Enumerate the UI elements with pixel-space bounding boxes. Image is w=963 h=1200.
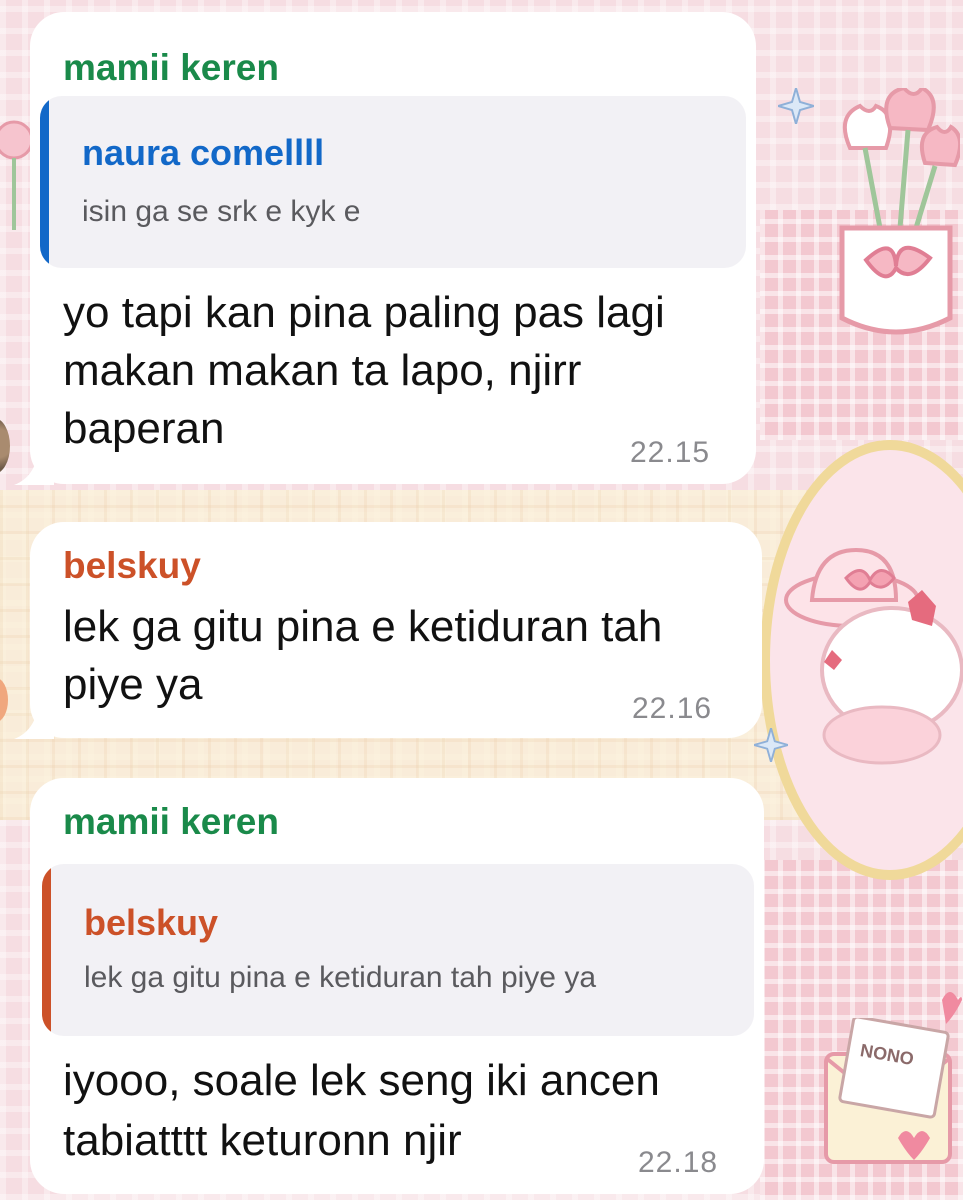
message-text-line: tabiatttt keturonn njir [63,1116,462,1165]
reply-quote-name: belskuy [84,902,219,943]
reply-quote-text: isin ga se srk e kyk e [82,195,361,228]
sender-name[interactable]: belskuy [63,544,201,588]
sender-name[interactable]: mamii keren [63,46,279,90]
reply-quote-text: lek ga gitu pina e ketiduran tah piye ya [84,961,597,994]
message-timestamp: 22.16 [632,692,713,725]
message-bubble[interactable]: belskuy lek ga gitu pina e ketiduran tah… [14,522,762,739]
message-text-line: baperan [63,404,225,453]
reply-quote-name: naura comellll [82,132,325,173]
message-text-line: piye ya [63,660,203,709]
reply-quote[interactable]: belskuy lek ga gitu pina e ketiduran tah… [42,864,754,1036]
message-bubble[interactable]: mamii keren naura comellll isin ga se sr… [14,12,756,485]
letter-icon: NONO [824,1018,952,1164]
message-text-line: makan makan ta lapo, njirr [63,346,582,395]
sparkle-icon [778,88,814,124]
message-bubble[interactable]: mamii keren belskuy lek ga gitu pina e k… [30,778,764,1194]
reply-quote-bar [42,864,51,1036]
bunny-with-hat-icon [784,547,963,765]
sender-name[interactable]: mamii keren [63,800,279,844]
message-timestamp: 22.18 [638,1146,719,1179]
reply-quote[interactable]: naura comellll isin ga se srk e kyk e [40,96,746,268]
heart-icon [942,992,962,1024]
message-text-line: iyooo, soale lek seng iki ancen [63,1056,660,1105]
bubble-tail [14,699,54,739]
reply-quote-bar [40,96,49,268]
message-text-line: yo tapi kan pina paling pas lagi [63,288,665,337]
tulip-pot-icon [839,88,960,335]
message-timestamp: 22.15 [630,436,711,469]
message-text-line: lek ga gitu pina e ketiduran tah [63,602,663,651]
bubble-tail [14,445,54,485]
